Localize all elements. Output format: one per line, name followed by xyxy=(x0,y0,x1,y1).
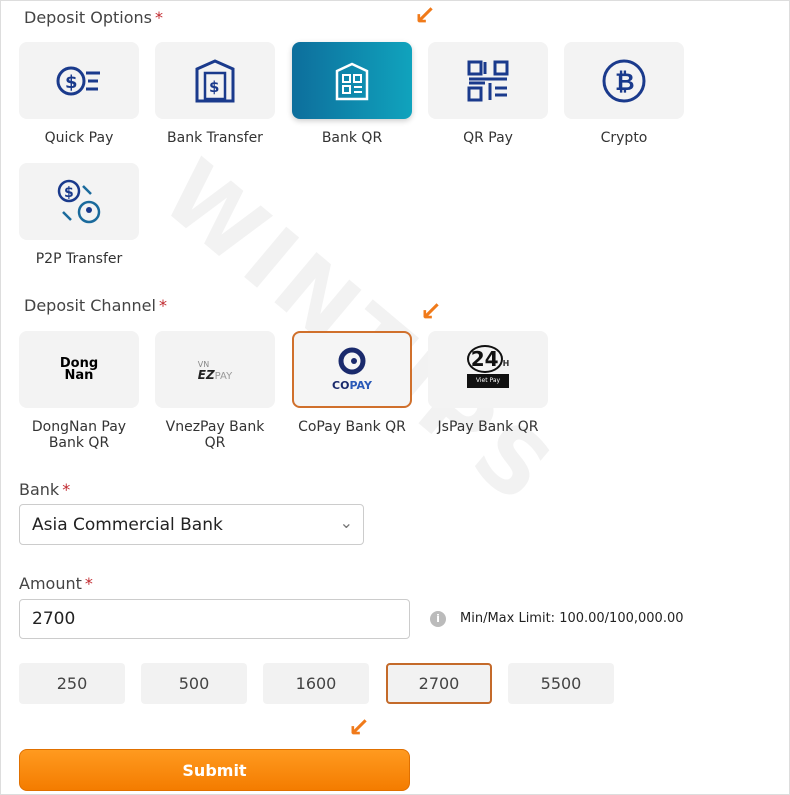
svg-text:$: $ xyxy=(64,185,74,201)
option-label: QR Pay xyxy=(463,130,513,146)
pointer-arrow: ↓ xyxy=(405,0,443,35)
required-mark: * xyxy=(158,296,167,315)
option-bank-qr[interactable] xyxy=(292,42,412,119)
copay-logo: COPAY xyxy=(332,347,372,392)
bank-select[interactable]: Asia Commercial Bank ⌄ xyxy=(19,504,364,545)
required-mark: * xyxy=(84,574,93,593)
bank-label: Bank * xyxy=(19,480,70,499)
quick-pay-icon: $ xyxy=(56,66,100,95)
required-mark: * xyxy=(154,8,163,27)
vnezpay-logo: VN EZPAY xyxy=(197,359,233,382)
channel-label: CoPay Bank QR xyxy=(298,419,406,435)
option-label: Bank Transfer xyxy=(167,130,263,146)
bank-qr-icon xyxy=(335,62,369,100)
option-p2p-transfer[interactable]: $ xyxy=(19,163,139,240)
option-label: P2P Transfer xyxy=(35,251,123,267)
channel-vnezpay[interactable]: VN EZPAY xyxy=(155,331,275,408)
label-text: Bank xyxy=(19,480,60,499)
qr-code-icon xyxy=(467,60,509,101)
svg-text:$: $ xyxy=(209,78,219,96)
deposit-options-label: Deposit Options * xyxy=(24,8,163,27)
channel-label: VnezPay Bank QR xyxy=(165,419,265,451)
required-mark: * xyxy=(62,480,71,499)
channel-dongnan[interactable]: Dong Nan xyxy=(19,331,139,408)
channel-label: DongNan Pay Bank QR xyxy=(31,419,127,451)
jspay-logo: 24 H Viet Pay xyxy=(466,344,510,388)
pointer-arrow: ↓ xyxy=(339,709,377,747)
bank-select-value: Asia Commercial Bank xyxy=(32,514,223,535)
label-text: Deposit Options xyxy=(24,8,152,27)
option-crypto[interactable]: ₿ xyxy=(564,42,684,119)
p2p-transfer-icon: $ xyxy=(57,179,101,223)
option-bank-transfer[interactable]: $ xyxy=(155,42,275,119)
svg-text:₿: ₿ xyxy=(615,68,635,96)
amount-input-value[interactable]: 2700 xyxy=(32,609,75,629)
option-quick-pay[interactable]: $ xyxy=(19,42,139,119)
amount-label: Amount * xyxy=(19,574,93,593)
bank-transfer-icon: $ xyxy=(195,58,235,102)
option-label: Bank QR xyxy=(321,130,383,146)
info-icon: i xyxy=(430,611,446,627)
amount-preset-250[interactable]: 250 xyxy=(19,663,125,704)
channel-copay[interactable]: COPAY xyxy=(292,331,412,408)
amount-preset-2700[interactable]: 2700 xyxy=(386,663,492,704)
submit-button[interactable]: Submit xyxy=(19,749,410,791)
amount-preset-1600[interactable]: 1600 xyxy=(263,663,369,704)
svg-text:$: $ xyxy=(65,72,78,93)
channel-jspay[interactable]: 24 H Viet Pay xyxy=(428,331,548,408)
option-qr-pay[interactable] xyxy=(428,42,548,119)
bitcoin-icon: ₿ xyxy=(602,59,646,102)
amount-input[interactable]: 2700 xyxy=(19,599,410,639)
label-text: Deposit Channel xyxy=(24,296,156,315)
amount-preset-500[interactable]: 500 xyxy=(141,663,247,704)
label-text: Amount xyxy=(19,574,82,593)
amount-preset-5500[interactable]: 5500 xyxy=(508,663,614,704)
deposit-channel-label: Deposit Channel * xyxy=(24,296,167,315)
option-label: Crypto xyxy=(600,130,648,146)
option-label: Quick Pay xyxy=(44,130,114,146)
pointer-arrow: ↓ xyxy=(411,293,449,331)
channel-label: JsPay Bank QR xyxy=(437,419,539,435)
dongnan-logo: Dong Nan xyxy=(59,355,99,383)
chevron-down-icon: ⌄ xyxy=(339,513,353,532)
limit-text: Min/Max Limit: 100.00/100,000.00 xyxy=(460,611,684,626)
